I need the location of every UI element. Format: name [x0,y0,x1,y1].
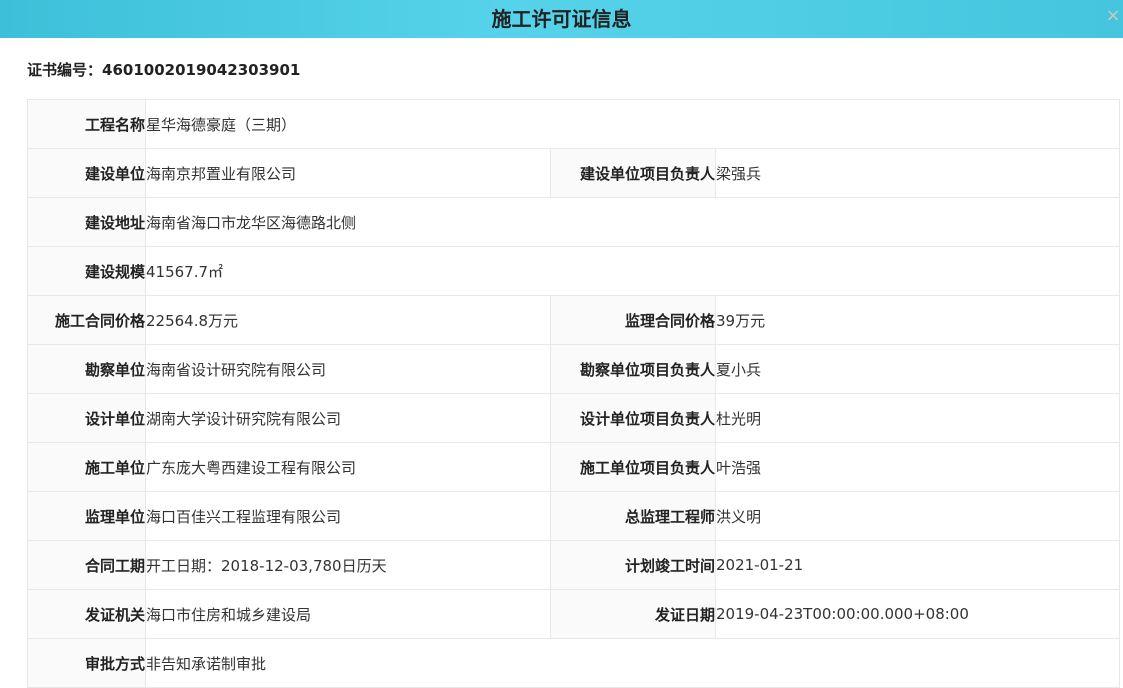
survey-manager-value: 夏小兵 [714,344,1121,394]
project-name-value: 星华海德豪庭（三期） [144,99,1121,149]
design-unit-value: 湖南大学设计研究院有限公司 [145,393,551,443]
supervision-price-label: 监理合同价格 [550,295,716,345]
design-unit-label: 设计单位 [27,393,146,443]
table-row: 监理单位 海口百佳兴工程监理有限公司 总监理工程师 洪义明 [27,491,1121,541]
construction-manager-label: 施工单位项目负责人 [550,442,716,492]
dialog-header: 施工许可证信息 × [0,0,1123,38]
approval-method-value: 非告知承诺制审批 [144,638,1121,688]
construction-manager-value: 叶浩强 [714,442,1121,492]
scale-label: 建设规模 [27,246,146,296]
contract-period-label: 合同工期 [27,540,146,590]
table-row: 工程名称 星华海德豪庭（三期） [27,99,1121,149]
table-row: 发证机关 海口市住房和城乡建设局 发证日期 2019-04-23T00:00:0… [27,589,1121,639]
supervision-unit-value: 海口百佳兴工程监理有限公司 [145,491,551,541]
issue-date-value: 2019-04-23T00:00:00.000+08:00 [714,589,1121,639]
table-row: 勘察单位 海南省设计研究院有限公司 勘察单位项目负责人 夏小兵 [27,344,1121,394]
approval-method-label: 审批方式 [27,638,146,688]
builder-value: 海南京邦置业有限公司 [145,148,551,198]
survey-unit-label: 勘察单位 [27,344,146,394]
certificate-number-value: 4601002019042303901 [102,61,301,79]
table-row: 设计单位 湖南大学设计研究院有限公司 设计单位项目负责人 杜光明 [27,393,1121,443]
builder-manager-value: 梁强兵 [714,148,1121,198]
scale-value: 41567.7㎡ [144,246,1121,296]
design-manager-value: 杜光明 [714,393,1121,443]
table-row: 合同工期 开工日期：2018-12-03,780日历天 计划竣工时间 2021-… [27,540,1121,590]
supervision-price-value: 39万元 [714,295,1121,345]
contract-period-value: 开工日期：2018-12-03,780日历天 [145,540,551,590]
table-row: 建设规模 41567.7㎡ [27,246,1121,296]
address-value: 海南省海口市龙华区海德路北侧 [144,197,1121,247]
supervision-unit-label: 监理单位 [27,491,146,541]
close-icon[interactable]: × [1105,7,1121,25]
issuing-authority-value: 海口市住房和城乡建设局 [145,589,551,639]
issue-date-label: 发证日期 [550,589,716,639]
project-name-label: 工程名称 [27,99,146,149]
dialog-title: 施工许可证信息 [491,7,632,31]
table-row: 建设单位 海南京邦置业有限公司 建设单位项目负责人 梁强兵 [27,148,1121,198]
address-label: 建设地址 [27,197,146,247]
survey-unit-value: 海南省设计研究院有限公司 [145,344,551,394]
design-manager-label: 设计单位项目负责人 [550,393,716,443]
contract-price-label: 施工合同价格 [27,295,146,345]
issuing-authority-label: 发证机关 [27,589,146,639]
construction-unit-value: 广东庞大粤西建设工程有限公司 [145,442,551,492]
builder-manager-label: 建设单位项目负责人 [550,148,716,198]
construction-unit-label: 施工单位 [27,442,146,492]
table-row: 施工单位 广东庞大粤西建设工程有限公司 施工单位项目负责人 叶浩强 [27,442,1121,492]
survey-manager-label: 勘察单位项目负责人 [550,344,716,394]
chief-supervisor-value: 洪义明 [714,491,1121,541]
certificate-number-label: 证书编号： [27,61,103,79]
planned-completion-label: 计划竣工时间 [550,540,716,590]
table-row: 建设地址 海南省海口市龙华区海德路北侧 [27,197,1121,247]
chief-supervisor-label: 总监理工程师 [550,491,716,541]
permit-info-table: 工程名称 星华海德豪庭（三期） 建设单位 海南京邦置业有限公司 建设单位项目负责… [27,99,1121,688]
table-row: 施工合同价格 22564.8万元 监理合同价格 39万元 [27,295,1121,345]
builder-label: 建设单位 [27,148,146,198]
certificate-number-row: 证书编号：4601002019042303901 [27,59,300,81]
planned-completion-value: 2021-01-21 [714,540,1121,590]
table-row: 审批方式 非告知承诺制审批 [27,638,1121,688]
contract-price-value: 22564.8万元 [145,295,551,345]
